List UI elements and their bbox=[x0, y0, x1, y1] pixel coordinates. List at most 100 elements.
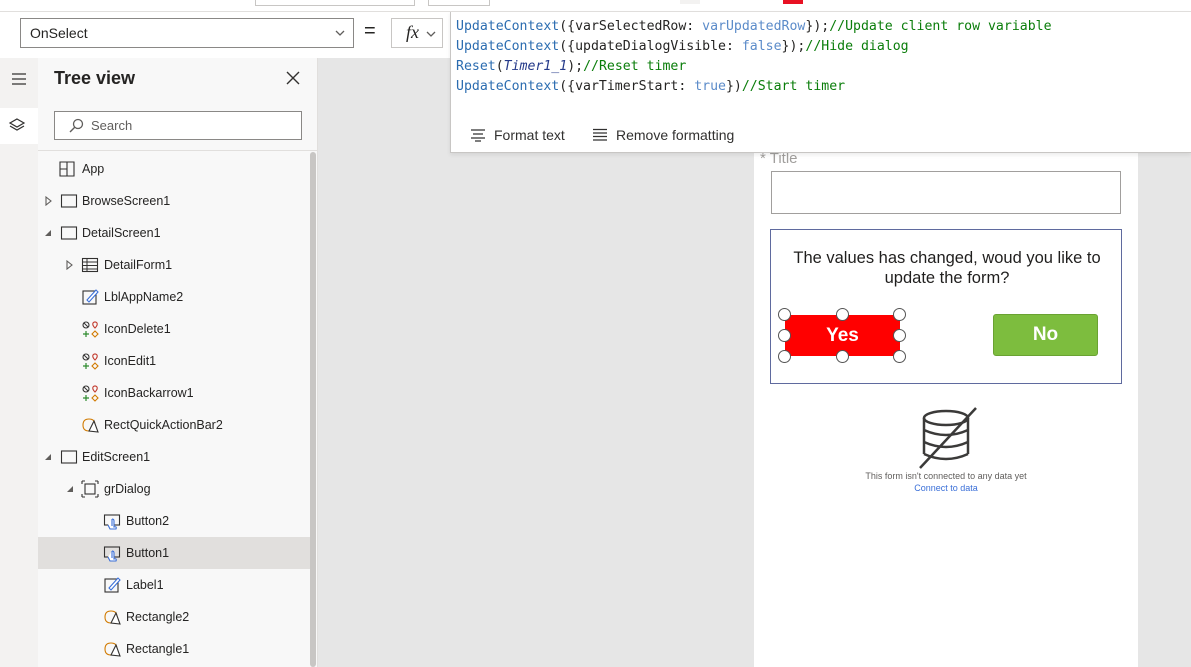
tree-node-label: BrowseScreen1 bbox=[82, 194, 171, 208]
screen-icon bbox=[60, 450, 78, 464]
formula-comment: //Hide dialog bbox=[805, 39, 909, 54]
tree-node-label: Rectangle2 bbox=[126, 610, 190, 624]
search-icon bbox=[69, 118, 84, 133]
tree-separator bbox=[38, 150, 318, 151]
formula-field: varSelectedRow: bbox=[575, 19, 703, 34]
tree-node-label: LblAppName2 bbox=[104, 290, 184, 304]
formula-field: updateDialogVisible: bbox=[575, 39, 742, 54]
toolbar-color-swatch-partial[interactable] bbox=[783, 0, 803, 4]
resize-handle-bottom[interactable] bbox=[836, 350, 849, 363]
tree-node-rectquickactionbar2[interactable]: RectQuickActionBar2 bbox=[38, 409, 310, 441]
tree-node-detailscreen1[interactable]: DetailScreen1 bbox=[38, 217, 310, 249]
tree-node-button2[interactable]: Button2 bbox=[38, 505, 310, 537]
resize-handle-top-right[interactable] bbox=[893, 308, 906, 321]
formula-field: varTimerStart: bbox=[575, 79, 695, 94]
tree-node-rectangle1[interactable]: Rectangle1 bbox=[38, 633, 310, 665]
button-icon bbox=[103, 514, 121, 530]
tree-node-button1[interactable]: Button1 bbox=[38, 537, 310, 569]
resize-handle-right[interactable] bbox=[893, 329, 906, 342]
caret-expanded-icon[interactable] bbox=[66, 484, 74, 494]
property-dropdown[interactable]: OnSelect bbox=[20, 18, 354, 48]
property-bar: OnSelect = fx bbox=[0, 12, 450, 58]
tree-node-lblappname2[interactable]: LblAppName2 bbox=[38, 281, 310, 313]
title-field-input[interactable] bbox=[771, 171, 1121, 214]
formula-punctuation: ({ bbox=[559, 19, 576, 34]
formula-function: UpdateContext bbox=[456, 79, 560, 94]
search-placeholder: Search bbox=[91, 118, 133, 133]
label-icon bbox=[82, 289, 99, 305]
screen-icon bbox=[60, 226, 78, 240]
toolbar-dropdown-partial[interactable] bbox=[428, 0, 490, 6]
chevron-down-icon bbox=[426, 31, 436, 37]
toolbar-input-partial[interactable] bbox=[255, 0, 415, 6]
resize-handle-bottom-right[interactable] bbox=[893, 350, 906, 363]
caret-collapsed-icon[interactable] bbox=[44, 196, 52, 206]
tree-node-label: grDialog bbox=[104, 482, 151, 496]
remove-formatting-label: Remove formatting bbox=[616, 127, 735, 143]
tree-node-iconedit1[interactable]: IconEdit1 bbox=[38, 345, 310, 377]
tree-node-detailform1[interactable]: DetailForm1 bbox=[38, 249, 310, 281]
tree-node-label: DetailScreen1 bbox=[82, 226, 161, 240]
formula-line: UpdateContext({varSelectedRow: varUpdate… bbox=[456, 17, 1052, 37]
tree-view-tab[interactable] bbox=[0, 108, 38, 144]
tree-node-iconbackarrow1[interactable]: IconBackarrow1 bbox=[38, 377, 310, 409]
formula-value: true bbox=[694, 79, 726, 94]
formula-punctuation: ({ bbox=[559, 79, 576, 94]
caret-expanded-icon[interactable] bbox=[44, 452, 52, 462]
connect-to-data-link[interactable]: Connect to data bbox=[846, 483, 1046, 493]
formula-value: Timer1_1 bbox=[503, 59, 568, 74]
layers-icon bbox=[8, 118, 26, 131]
resize-handle-top-left[interactable] bbox=[778, 308, 791, 321]
fx-button[interactable]: fx bbox=[391, 18, 443, 48]
tree-node-label: IconBackarrow1 bbox=[104, 386, 194, 400]
resize-handle-bottom-left[interactable] bbox=[778, 350, 791, 363]
no-data-message: This form isn't connected to any data ye… bbox=[865, 471, 1027, 481]
tree-node-label: RectQuickActionBar2 bbox=[104, 418, 223, 432]
tree-node-label: Rectangle1 bbox=[126, 642, 190, 656]
property-dropdown-value: OnSelect bbox=[30, 25, 88, 41]
app-icon bbox=[59, 161, 75, 177]
icons-icon bbox=[82, 321, 99, 338]
hamburger-menu-icon[interactable] bbox=[6, 70, 32, 88]
format-text-button[interactable]: Format text bbox=[470, 126, 565, 144]
fx-label: fx bbox=[406, 22, 419, 42]
caret-expanded-icon[interactable] bbox=[44, 228, 52, 238]
no-button[interactable]: No bbox=[993, 314, 1098, 356]
tree-node-grdialog[interactable]: grDialog bbox=[38, 473, 310, 505]
resize-handle-left[interactable] bbox=[778, 329, 791, 342]
tree-node-editscreen1[interactable]: EditScreen1 bbox=[38, 441, 310, 473]
tree-node-label: IconDelete1 bbox=[104, 322, 171, 336]
tree-node-rectangle2[interactable]: Rectangle2 bbox=[38, 601, 310, 633]
dialog-message: The values has changed, woud you like to… bbox=[793, 249, 1101, 287]
formula-comment: //Start timer bbox=[741, 79, 846, 94]
formula-punctuation: ); bbox=[567, 59, 584, 74]
top-toolbar-strip bbox=[0, 0, 1191, 12]
close-icon[interactable] bbox=[285, 70, 301, 86]
label-icon bbox=[104, 577, 121, 593]
tree-node-browsescreen1[interactable]: BrowseScreen1 bbox=[38, 185, 310, 217]
button-icon bbox=[103, 546, 121, 562]
resize-handle-top[interactable] bbox=[836, 308, 849, 321]
formula-function: Reset bbox=[456, 59, 496, 74]
remove-formatting-button[interactable]: Remove formatting bbox=[592, 126, 734, 144]
tree-node-label1[interactable]: Label1 bbox=[38, 569, 310, 601]
formula-function: UpdateContext bbox=[456, 39, 560, 54]
formula-format-bar: Format text Remove formatting bbox=[451, 120, 1191, 152]
formula-punctuation: }); bbox=[781, 39, 806, 54]
formula-editor[interactable]: UpdateContext({varSelectedRow: varUpdate… bbox=[450, 12, 1191, 153]
icons-icon bbox=[82, 385, 99, 402]
tree-node-icondelete1[interactable]: IconDelete1 bbox=[38, 313, 310, 345]
toolbar-button-partial[interactable] bbox=[680, 0, 700, 4]
form-icon bbox=[81, 257, 99, 273]
formula-comment: //Reset timer bbox=[583, 59, 687, 74]
left-rail bbox=[0, 58, 38, 667]
tree-node-label: Button2 bbox=[126, 514, 170, 528]
remove-formatting-icon bbox=[593, 128, 607, 141]
caret-collapsed-icon[interactable] bbox=[65, 260, 73, 270]
tree-scrollbar[interactable] bbox=[310, 152, 316, 667]
formula-line: UpdateContext({updateDialogVisible: fals… bbox=[456, 37, 1052, 57]
tree-node-app[interactable]: App bbox=[38, 153, 310, 185]
search-input[interactable]: Search bbox=[54, 111, 302, 140]
formula-comment: //Update client row variable bbox=[829, 19, 1052, 34]
formula-code[interactable]: UpdateContext({varSelectedRow: varUpdate… bbox=[456, 17, 1052, 97]
